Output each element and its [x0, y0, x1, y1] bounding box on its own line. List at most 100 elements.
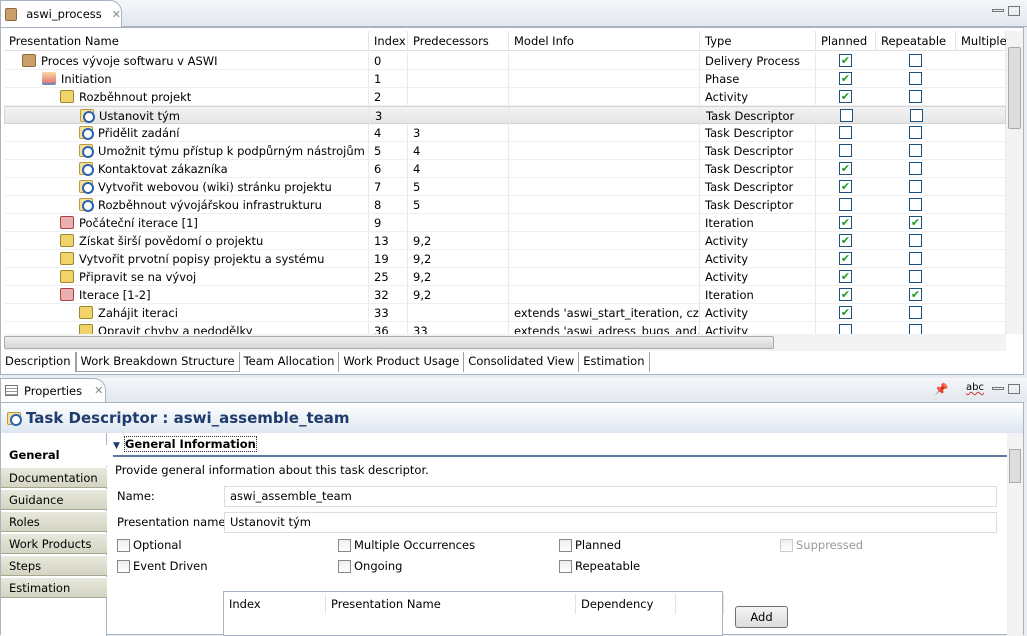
- planned-checkbox[interactable]: [840, 109, 853, 122]
- cell-pred: [409, 107, 510, 125]
- table-row[interactable]: Iterace [1-2] 32 9,2 Iteration ✔ ✔: [4, 286, 1006, 304]
- side-tab[interactable]: Steps: [1, 555, 107, 576]
- column-header[interactable]: Multiple: [956, 31, 1007, 51]
- column-header[interactable]: Planned: [816, 31, 876, 51]
- repeatable-checkbox[interactable]: [909, 180, 922, 193]
- general-information-section[interactable]: ▼ General Information: [113, 436, 1023, 457]
- repeatable-checkbox[interactable]: ✔: [909, 216, 922, 229]
- minimize-icon[interactable]: [992, 387, 1004, 390]
- planned-checkbox[interactable]: ✔: [839, 234, 852, 247]
- add-button[interactable]: Add: [735, 606, 788, 628]
- collapse-arrow-icon[interactable]: ▼: [113, 441, 120, 451]
- repeatable-checkbox[interactable]: [909, 162, 922, 175]
- repeatable-checkbox[interactable]: ✔: [909, 288, 922, 301]
- side-tab[interactable]: Documentation: [1, 467, 107, 488]
- planned-checkbox[interactable]: ✔: [839, 270, 852, 283]
- table-row[interactable]: Vytvořit webovou (wiki) stránku projektu…: [4, 178, 1006, 196]
- vertical-scrollbar[interactable]: [1007, 433, 1023, 636]
- scroll-thumb[interactable]: [4, 336, 774, 349]
- planned-checkbox[interactable]: [839, 198, 852, 211]
- page-tab[interactable]: Team Allocation: [240, 352, 340, 372]
- table-row[interactable]: Přidělit zadání 4 3 Task Descriptor: [4, 124, 1006, 142]
- column-header[interactable]: Type: [700, 31, 816, 51]
- planned-checkbox[interactable]: ✔: [839, 162, 852, 175]
- repeatable-checkbox[interactable]: [909, 306, 922, 319]
- table-row[interactable]: Vytvořit prvotní popisy projektu a systé…: [4, 250, 1006, 268]
- table-row[interactable]: Umožnit týmu přístup k podpůrným nástroj…: [4, 142, 1006, 160]
- checkbox-suppressed[interactable]: [780, 539, 793, 552]
- column-header[interactable]: Index: [369, 31, 408, 51]
- column-header[interactable]: Repeatable: [876, 31, 956, 51]
- table-row[interactable]: Připravit se na vývoj 25 9,2 Activity ✔: [4, 268, 1006, 286]
- column-header[interactable]: Model Info: [509, 31, 700, 51]
- table-row[interactable]: Kontaktovat zákazníka 6 4 Task Descriptor ✔: [4, 160, 1006, 178]
- column-header[interactable]: Presentation Name: [4, 31, 369, 51]
- spellcheck-icon[interactable]: abc: [966, 382, 984, 393]
- planned-checkbox[interactable]: [839, 144, 852, 157]
- repeatable-checkbox[interactable]: [909, 72, 922, 85]
- column-header[interactable]: Dependency: [576, 594, 676, 614]
- side-tab[interactable]: Guidance: [1, 489, 107, 510]
- repeatable-checkbox[interactable]: [909, 234, 922, 247]
- table-row[interactable]: Počáteční iterace [1] 9 Iteration ✔ ✔: [4, 214, 1006, 232]
- planned-checkbox[interactable]: ✔: [839, 180, 852, 193]
- horizontal-scrollbar[interactable]: [4, 334, 1006, 351]
- side-tab[interactable]: Roles: [1, 511, 107, 532]
- repeatable-checkbox[interactable]: [909, 198, 922, 211]
- vertical-scrollbar[interactable]: [1006, 31, 1023, 334]
- pin-icon[interactable]: 📌: [934, 382, 948, 396]
- column-header[interactable]: Index: [224, 594, 326, 614]
- planned-checkbox[interactable]: [839, 126, 852, 139]
- checkbox-multiple-occurrences[interactable]: [338, 539, 351, 552]
- page-tab[interactable]: Work Breakdown Structure: [75, 352, 240, 372]
- side-tab[interactable]: Estimation: [1, 577, 107, 598]
- section-title[interactable]: General Information: [123, 436, 257, 452]
- checkbox-ongoing[interactable]: [338, 560, 351, 573]
- scroll-thumb[interactable]: [1008, 47, 1021, 129]
- planned-checkbox[interactable]: ✔: [839, 288, 852, 301]
- planned-checkbox[interactable]: ✔: [839, 54, 852, 67]
- repeatable-checkbox[interactable]: [909, 252, 922, 265]
- page-tab[interactable]: Description: [1, 352, 76, 372]
- table-row[interactable]: Zahájit iteraci 33 extends 'aswi_start_ite…: [4, 304, 1006, 322]
- checkbox-planned[interactable]: [559, 539, 572, 552]
- checkbox-optional[interactable]: [117, 539, 130, 552]
- minimize-icon[interactable]: [992, 9, 1004, 12]
- side-tab[interactable]: Work Products: [1, 533, 107, 554]
- name-field[interactable]: aswi_assemble_team: [224, 486, 997, 507]
- table-row[interactable]: Proces vývoje softwaru v ASWI 0 Delivery P…: [4, 52, 1006, 70]
- table-row[interactable]: Rozběhnout vývojářskou infrastrukturu 8 5 T…: [4, 196, 1006, 214]
- side-tab[interactable]: General: [1, 445, 107, 466]
- repeatable-checkbox[interactable]: [909, 90, 922, 103]
- maximize-icon[interactable]: [1008, 384, 1020, 394]
- planned-checkbox[interactable]: ✔: [839, 216, 852, 229]
- maximize-icon[interactable]: [1008, 6, 1020, 16]
- table-row[interactable]: Získat širší povědomí o projektu 13 9,2 Act…: [4, 232, 1006, 250]
- close-icon[interactable]: ✕: [112, 8, 121, 21]
- planned-checkbox[interactable]: ✔: [839, 72, 852, 85]
- table-row[interactable]: Rozběhnout projekt 2 Activity ✔: [4, 88, 1006, 106]
- table-row[interactable]: Initiation 1 Phase ✔: [4, 70, 1006, 88]
- checkbox-repeatable[interactable]: [559, 560, 572, 573]
- planned-checkbox[interactable]: ✔: [839, 252, 852, 265]
- column-header[interactable]: Predecessors: [408, 31, 509, 51]
- page-tab[interactable]: Work Product Usage: [339, 352, 465, 372]
- repeatable-checkbox[interactable]: [910, 109, 923, 122]
- page-tab[interactable]: Consolidated View: [464, 352, 580, 372]
- page-tab[interactable]: Estimation: [579, 352, 650, 372]
- checkbox-event-driven[interactable]: [117, 560, 130, 573]
- repeatable-checkbox[interactable]: [909, 270, 922, 283]
- close-icon[interactable]: ✕: [94, 384, 103, 397]
- planned-checkbox[interactable]: ✔: [839, 90, 852, 103]
- repeatable-checkbox[interactable]: [909, 144, 922, 157]
- presentation-name-field[interactable]: Ustanovit tým: [224, 512, 997, 533]
- repeatable-checkbox[interactable]: [909, 54, 922, 67]
- planned-checkbox[interactable]: ✔: [839, 306, 852, 319]
- scroll-thumb[interactable]: [1009, 449, 1021, 483]
- column-header[interactable]: Presentation Name: [326, 594, 576, 614]
- repeatable-checkbox[interactable]: [909, 126, 922, 139]
- cell-name: Rozběhnout vývojářskou infrastrukturu: [4, 196, 369, 214]
- table-row[interactable]: Ustanovit tým 3 Task Descriptor: [4, 106, 1007, 125]
- editor-tab[interactable]: aswi_process ✕: [0, 0, 122, 27]
- properties-tab[interactable]: Properties ✕: [0, 378, 106, 402]
